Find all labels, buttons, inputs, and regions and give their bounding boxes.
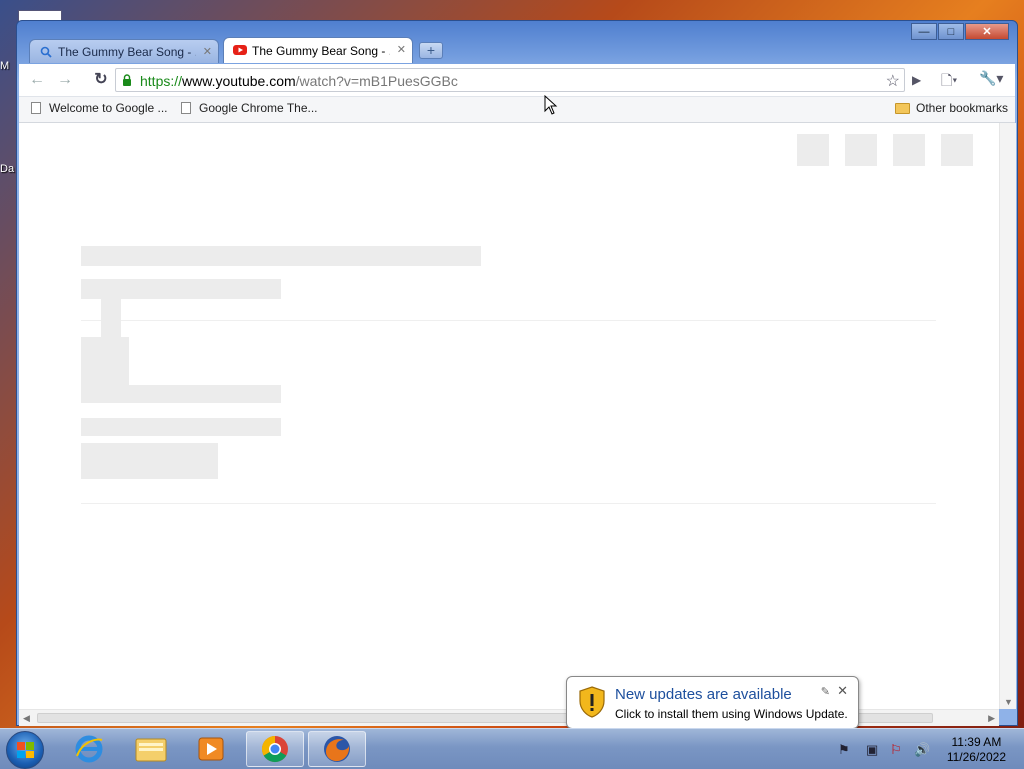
google-chrome-taskbar-button[interactable] (246, 731, 304, 767)
back-button[interactable]: ← (27, 71, 47, 89)
tab-label: The Gummy Bear Song - ... (58, 44, 196, 59)
clock[interactable]: 11:39 AM 11/26/2022 (947, 735, 1006, 765)
notification-options-icon[interactable]: ✎ (821, 685, 830, 698)
other-bookmarks-label: Other bookmarks (916, 101, 1009, 115)
scroll-left-icon[interactable]: ◀ (23, 713, 30, 724)
reload-button[interactable]: ↻ (91, 71, 111, 89)
placeholder-line (81, 418, 281, 436)
placeholder-button (893, 134, 925, 166)
notification-close-icon[interactable]: ✕ (837, 683, 848, 699)
taskbar: ⚑ ▣ ⚐ 🔊 11:39 AM 11/26/2022 (0, 728, 1024, 769)
windows-update-notification[interactable]: New updates are available Click to insta… (566, 676, 859, 729)
scroll-right-icon[interactable]: ▶ (988, 713, 995, 724)
media-player-icon (198, 737, 224, 761)
placeholder-subtitle (81, 279, 281, 299)
page-menu-icon[interactable]: 🗋▾ (941, 70, 957, 94)
windows-explorer-taskbar-button[interactable] (122, 731, 180, 767)
placeholder-button (941, 134, 973, 166)
tab-search[interactable]: The Gummy Bear Song - ... ✕ (29, 39, 219, 63)
url-text: https://www.youtube.com/watch?v=mB1PuesG… (140, 73, 458, 89)
windows-update-tray-icon[interactable]: ⚑ (838, 742, 850, 758)
placeholder-avatar (81, 337, 129, 385)
placeholder-button (845, 134, 877, 166)
lock-icon (122, 74, 132, 86)
start-button[interactable] (6, 731, 44, 769)
vertical-scrollbar[interactable]: ▼ (999, 123, 1016, 709)
window-controls: — □ ✕ (910, 23, 1009, 40)
bookmark-label: Google Chrome The... (199, 101, 318, 115)
close-tab-icon[interactable]: ✕ (203, 45, 212, 58)
tab-label: The Gummy Bear Song - ... (252, 43, 390, 58)
desktop-icon-label-1[interactable]: M (0, 60, 9, 72)
page-icon (31, 102, 41, 114)
folder-icon (135, 738, 167, 762)
placeholder-button (797, 134, 829, 166)
placeholder-title (81, 246, 481, 266)
bookmark-star-icon[interactable]: ☆ (886, 71, 900, 91)
other-bookmarks[interactable]: Other bookmarks (895, 101, 1008, 115)
address-bar[interactable]: https://www.youtube.com/watch?v=mB1PuesG… (115, 68, 905, 92)
tab-youtube[interactable]: The Gummy Bear Song - ... ✕ (223, 37, 413, 63)
youtube-icon (233, 44, 247, 56)
firefox-taskbar-button[interactable] (308, 731, 366, 767)
new-tab-button[interactable]: + (419, 42, 443, 59)
close-tab-icon[interactable]: ✕ (397, 43, 406, 56)
notification-message: Click to install them using Windows Upda… (615, 707, 848, 721)
bookmark-item[interactable]: Google Chrome The... (181, 101, 318, 115)
bookmark-label: Welcome to Google ... (49, 101, 168, 115)
placeholder-block (101, 299, 121, 337)
notification-title: New updates are available (615, 686, 792, 703)
google-chrome-icon (261, 735, 288, 763)
folder-icon (895, 102, 910, 114)
url-host: www.youtube.com (182, 73, 296, 89)
minimize-button[interactable]: — (911, 23, 937, 40)
url-scheme: https:// (140, 73, 183, 89)
bookmark-item[interactable]: Welcome to Google ... (31, 101, 168, 115)
action-center-tray-icon[interactable]: ⚐ (890, 742, 902, 758)
volume-tray-icon[interactable]: 🔊 (914, 742, 930, 758)
clock-time: 11:39 AM (951, 735, 1002, 749)
bookmarks-bar: Welcome to Google ... Google Chrome The.… (19, 97, 1015, 123)
divider (81, 503, 936, 504)
scroll-down-icon[interactable]: ▼ (1004, 697, 1013, 707)
desktop-icon-label-2[interactable]: Da (0, 163, 14, 175)
placeholder-line (81, 385, 281, 403)
firefox-icon (324, 736, 350, 762)
page-icon (181, 102, 191, 114)
page-action-play-icon[interactable]: ▶ (912, 73, 921, 87)
close-button[interactable]: ✕ (965, 23, 1009, 40)
warning-shield-icon (579, 686, 605, 721)
windows-logo-icon (17, 742, 34, 758)
clock-date: 11/26/2022 (946, 750, 1006, 764)
maximize-button[interactable]: □ (938, 23, 964, 40)
forward-button[interactable]: → (55, 71, 75, 89)
chrome-window: — □ ✕ The Gummy Bear Song - ... ✕ The Gu… (16, 20, 1018, 726)
network-tray-icon[interactable]: ▣ (866, 742, 878, 758)
wrench-menu-icon[interactable]: 🔧▾ (979, 70, 1003, 87)
media-player-taskbar-button[interactable] (182, 731, 240, 767)
tab-strip: The Gummy Bear Song - ... ✕ The Gummy Be… (29, 37, 443, 63)
browser-toolbar: ← → ↻ https://www.youtube.com/watch?v=mB… (19, 64, 1015, 97)
placeholder-button-large (81, 443, 218, 479)
url-path: /watch?v=mB1PuesGGBc (295, 73, 458, 89)
internet-explorer-icon (75, 735, 103, 763)
page-content (19, 123, 999, 709)
internet-explorer-taskbar-button[interactable] (60, 731, 118, 767)
divider (81, 320, 936, 321)
search-icon (39, 46, 53, 58)
